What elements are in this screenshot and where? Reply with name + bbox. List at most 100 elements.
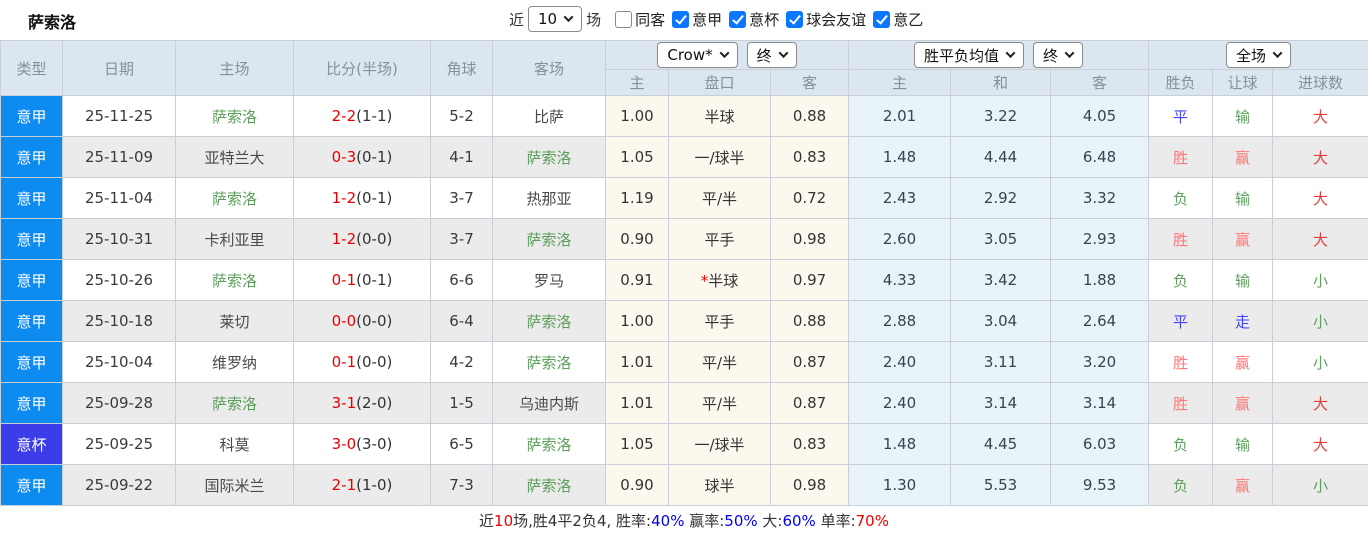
avg-draw-odds-cell: 3.05 xyxy=(950,218,1052,260)
goals-result-cell: 小 xyxy=(1272,341,1368,383)
checkbox-coppa-italia[interactable] xyxy=(729,10,747,28)
checkbox-serie-a[interactable] xyxy=(672,10,690,28)
corners-cell: 4-2 xyxy=(430,341,493,383)
chevron-down-icon xyxy=(1064,47,1075,58)
odds-company-value: Crow* xyxy=(667,46,713,64)
handicap-home-odds-cell: 1.00 xyxy=(605,300,669,342)
date-cell: 25-10-04 xyxy=(62,341,176,383)
date-cell: 25-10-26 xyxy=(62,259,176,301)
avg-stage-select[interactable]: 终 xyxy=(1033,42,1084,68)
goals-result-cell: 小 xyxy=(1272,464,1368,506)
goals-result-cell: 大 xyxy=(1272,218,1368,260)
type-cell: 意杯 xyxy=(0,423,63,465)
summary-segment: 赢率: xyxy=(684,512,725,530)
odds-company-select[interactable]: Crow* xyxy=(657,42,738,68)
corners-cell: 7-3 xyxy=(430,464,493,506)
avg-draw-odds-cell: 2.92 xyxy=(950,177,1052,219)
recent-count-select[interactable]: 10 xyxy=(528,6,583,32)
handicap-home-odds-cell: 0.90 xyxy=(605,464,669,506)
avg-home-odds-cell: 2.88 xyxy=(848,300,952,342)
avg-draw-odds-cell: 3.14 xyxy=(950,382,1052,424)
fulltime-score: 2-1 xyxy=(331,476,357,494)
home-team-cell: 科莫 xyxy=(175,423,294,465)
col-header-date: 日期 xyxy=(62,40,176,96)
col-header-home: 主场 xyxy=(175,40,294,96)
chevron-down-icon xyxy=(1272,47,1283,58)
score-cell: 3-1(2-0) xyxy=(293,382,431,424)
table-row: 意甲 25-10-04 维罗纳 0-1(0-0) 4-2 萨索洛 1.01 平/半 0.87 2.… xyxy=(0,341,1368,383)
home-team-cell: 亚特兰大 xyxy=(175,136,294,178)
handicap-line-cell: *半球 xyxy=(668,259,771,301)
halftime-score: (0-0) xyxy=(356,230,393,248)
avg-draw-odds-cell: 3.04 xyxy=(950,300,1052,342)
score-cell: 0-0(0-0) xyxy=(293,300,431,342)
checkbox-club-friendly[interactable] xyxy=(786,10,804,28)
handicap-line-cell: 平/半 xyxy=(668,177,771,219)
score-cell: 3-0(3-0) xyxy=(293,423,431,465)
fulltime-score: 1-2 xyxy=(331,230,357,248)
handicap-result-cell: 输 xyxy=(1212,95,1274,137)
avg-away-odds-cell: 1.88 xyxy=(1050,259,1150,301)
score-cell: 0-1(0-1) xyxy=(293,259,431,301)
handicap-line-cell: 球半 xyxy=(668,464,771,506)
handicap-home-odds-cell: 1.05 xyxy=(605,136,669,178)
corners-cell: 1-5 xyxy=(430,382,493,424)
summary-segment: 70% xyxy=(855,511,889,530)
goals-result-cell: 大 xyxy=(1272,382,1368,424)
type-cell: 意甲 xyxy=(0,177,63,219)
scope-select[interactable]: 全场 xyxy=(1226,42,1292,68)
table-row: 意甲 25-10-18 莱切 0-0(0-0) 6-4 萨索洛 1.00 平手 0.88 2.88… xyxy=(0,300,1368,342)
fulltime-score: 3-1 xyxy=(331,394,357,412)
table-row: 意杯 25-09-25 科莫 3-0(3-0) 6-5 萨索洛 1.05 一/球半 0.83 1.… xyxy=(0,423,1368,465)
filter-label-serie-b: 意乙 xyxy=(893,10,924,29)
handicap-line-cell: 平手 xyxy=(668,300,771,342)
type-cell: 意甲 xyxy=(0,341,63,383)
summary-segment: 10 xyxy=(494,511,514,530)
col-header-odds-line: 盘口 xyxy=(668,69,771,96)
result-cell: 胜 xyxy=(1148,341,1214,383)
col-header-avg-away: 客 xyxy=(1050,69,1150,96)
col-header-goals: 进球数 xyxy=(1272,69,1368,96)
result-cell: 平 xyxy=(1148,300,1214,342)
handicap-line-cell: 平/半 xyxy=(668,382,771,424)
away-team-cell: 萨索洛 xyxy=(492,464,606,506)
summary-segment: 60% xyxy=(782,511,816,530)
col-header-odds-home: 主 xyxy=(605,69,669,96)
avg-home-odds-cell: 1.30 xyxy=(848,464,952,506)
score-cell: 2-2(1-1) xyxy=(293,95,431,137)
avg-home-odds-cell: 1.48 xyxy=(848,136,952,178)
avg-home-odds-cell: 2.60 xyxy=(848,218,952,260)
handicap-home-odds-cell: 1.05 xyxy=(605,423,669,465)
date-cell: 25-09-28 xyxy=(62,382,176,424)
type-cell: 意甲 xyxy=(0,136,63,178)
avg-draw-odds-cell: 3.11 xyxy=(950,341,1052,383)
avg-away-odds-cell: 6.48 xyxy=(1050,136,1150,178)
handicap-result-cell: 走 xyxy=(1212,300,1274,342)
avg-draw-odds-cell: 3.22 xyxy=(950,95,1052,137)
corners-cell: 3-7 xyxy=(430,177,493,219)
handicap-away-odds-cell: 0.72 xyxy=(769,177,850,219)
avg-away-odds-cell: 2.93 xyxy=(1050,218,1150,260)
handicap-home-odds-cell: 1.01 xyxy=(605,382,669,424)
avg-type-select[interactable]: 胜平负均值 xyxy=(914,42,1025,68)
filter-club-friendly: 球会友谊 xyxy=(786,9,866,30)
summary-segment: 场,胜4平2负4, 胜率: xyxy=(513,512,652,530)
odds-stage-select[interactable]: 终 xyxy=(746,42,797,68)
score-cell: 0-1(0-0) xyxy=(293,341,431,383)
summary-segment: 大: xyxy=(757,512,783,530)
checkbox-serie-b[interactable] xyxy=(873,10,891,28)
chevron-down-icon xyxy=(1005,47,1016,58)
corners-cell: 6-5 xyxy=(430,423,493,465)
filter-serie-b: 意乙 xyxy=(873,9,923,30)
away-team-cell: 热那亚 xyxy=(492,177,606,219)
halftime-score: (2-0) xyxy=(356,394,393,412)
corners-cell: 6-4 xyxy=(430,300,493,342)
goals-result-cell: 大 xyxy=(1272,95,1368,137)
halftime-score: (0-1) xyxy=(356,271,393,289)
date-cell: 25-11-25 xyxy=(62,95,176,137)
avg-home-odds-cell: 2.43 xyxy=(848,177,952,219)
avg-draw-odds-cell: 4.44 xyxy=(950,136,1052,178)
handicap-home-odds-cell: 0.91 xyxy=(605,259,669,301)
checkbox-same-away[interactable] xyxy=(615,10,633,28)
goals-result-cell: 大 xyxy=(1272,136,1368,178)
